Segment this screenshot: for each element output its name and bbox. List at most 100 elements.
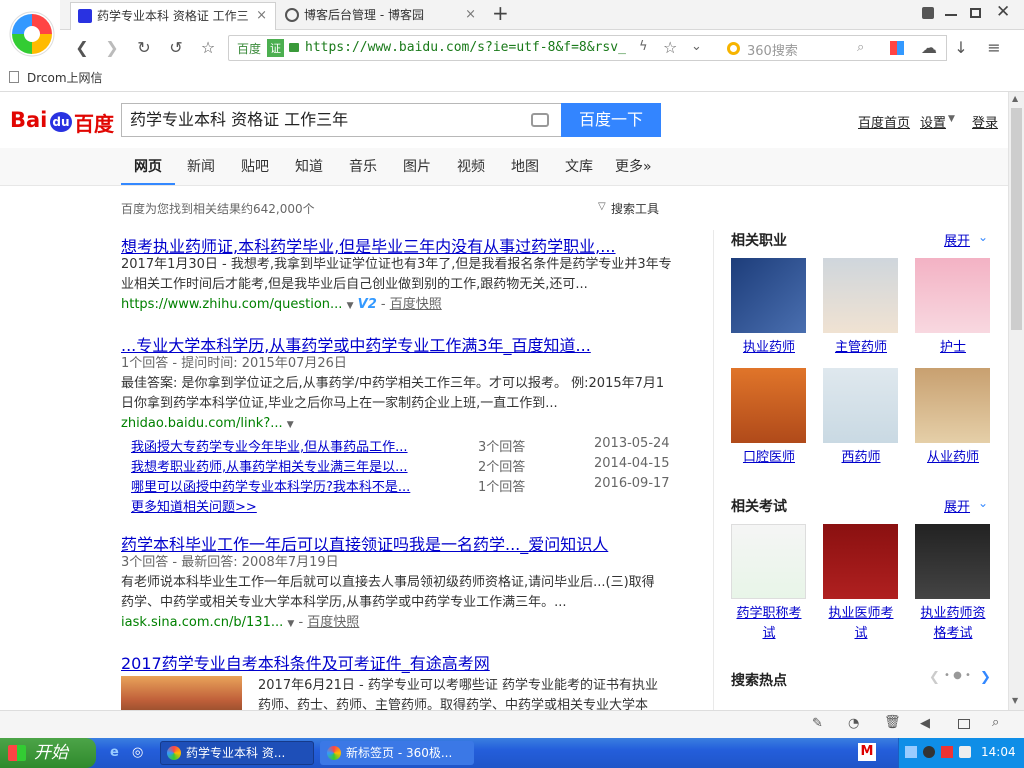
tab-wenku[interactable]: 文库 — [565, 156, 593, 176]
ie-icon[interactable]: e — [110, 745, 119, 760]
result-4-title[interactable]: 2017药学专业自考本科条件及可考证件_有途高考网 — [121, 650, 490, 674]
result-1-url[interactable]: https://www.zhihu.com/question... — [121, 297, 342, 312]
search-tools-button[interactable]: 搜索工具 — [611, 200, 659, 217]
scroll-up-icon[interactable]: ▲ — [1012, 94, 1018, 103]
result-2-title[interactable]: ...专业大学本科学历,从事药学或中药学专业工作满3年_百度知道... — [121, 332, 591, 356]
bookmark-item-drcom[interactable]: Drcom上网信 — [27, 69, 103, 86]
tab-map[interactable]: 地图 — [511, 156, 539, 176]
job-thumb-dentist[interactable] — [731, 368, 806, 443]
undo-icon[interactable]: ↺ — [164, 36, 188, 60]
speed-icon[interactable]: ◔ — [848, 716, 859, 731]
exam-label-2-line-2[interactable]: 试 — [816, 624, 906, 644]
expand-exams-link[interactable]: 展开 — [944, 496, 970, 515]
close-window-icon[interactable]: ✕ — [996, 2, 1010, 22]
exam-label-2-line-1[interactable]: 执业医师考 — [816, 604, 906, 624]
window-icon[interactable] — [958, 719, 970, 729]
related-question-3[interactable]: 哪里可以函授中药学专业本科学历?我本科不是... — [131, 480, 410, 495]
tab-more[interactable]: 更多» — [615, 156, 652, 176]
tab-news[interactable]: 新闻 — [187, 156, 215, 176]
job-label-5[interactable]: 西药师 — [816, 448, 906, 468]
tab-zhidao[interactable]: 知道 — [295, 156, 323, 176]
pin-icon[interactable]: ✎ — [812, 716, 823, 731]
quicklaunch-icon[interactable]: ◎ — [132, 745, 143, 760]
caret-icon[interactable]: ▼ — [287, 619, 294, 629]
address-bar[interactable]: 百度 证 https://www.baidu.com/s?ie=utf-8&f=… — [228, 35, 775, 61]
result-3-title[interactable]: 药学本科毕业工作一年后可以直接领证吗我是一名药学..._爱问知识人 — [121, 531, 608, 555]
result-1-title[interactable]: 想考执业药师证,本科药学毕业,但是毕业三年内没有从事过药学职业,... — [121, 233, 616, 257]
result-4-thumbnail[interactable] — [121, 676, 242, 710]
job-label-3[interactable]: 护士 — [908, 338, 998, 358]
exam-thumb-physician[interactable] — [823, 524, 898, 599]
job-label-6[interactable]: 从业药师 — [908, 448, 998, 468]
settings-link[interactable]: 设置 — [920, 112, 946, 131]
vertical-scrollbar[interactable]: ▲ ▼ — [1008, 92, 1024, 710]
next-page-icon[interactable]: ❯ — [980, 670, 991, 685]
taskbar-item-newtab[interactable]: 新标签页 - 360极... — [320, 741, 474, 765]
exam-label-3-line-2[interactable]: 格考试 — [908, 624, 998, 644]
exam-label-1-line-1[interactable]: 药学职称考 — [724, 604, 814, 624]
tab-tieba[interactable]: 贴吧 — [241, 156, 269, 176]
job-thumb-nurse[interactable] — [915, 258, 990, 333]
related-question-2[interactable]: 我想考职业药师,从事药学相关专业满三年是以... — [131, 460, 408, 475]
job-thumb-chief-pharmacist[interactable] — [823, 258, 898, 333]
zoom-icon[interactable]: ⌕ — [992, 715, 999, 730]
volume-icon[interactable]: ◀ — [920, 716, 930, 731]
maximize-icon[interactable] — [970, 8, 981, 18]
scroll-down-icon[interactable]: ▼ — [1012, 696, 1018, 705]
tab-music[interactable]: 音乐 — [349, 156, 377, 176]
chevron-down-icon[interactable]: ⌄ — [978, 230, 988, 244]
mail-m-icon[interactable]: M — [858, 743, 876, 761]
close-tab-icon[interactable]: × — [256, 3, 267, 29]
security-icon[interactable] — [923, 746, 935, 758]
exam-label-1-line-2[interactable]: 试 — [724, 624, 814, 644]
search-360-input[interactable]: 360搜索 — [747, 40, 798, 59]
network-icon[interactable] — [905, 746, 917, 758]
exam-label-3-line-1[interactable]: 执业药师资 — [908, 604, 998, 624]
bookmark-star-icon[interactable]: ☆ — [663, 38, 677, 57]
more-related-questions-link[interactable]: 更多知道相关问题>> — [131, 496, 257, 515]
taskbar-item-baidu[interactable]: 药学专业本科 资... — [160, 741, 314, 765]
baidu-search-button[interactable]: 百度一下 — [561, 103, 661, 137]
baidu-home-link[interactable]: 百度首页 — [858, 112, 910, 131]
related-question-1[interactable]: 我函授大专药学专业今年毕业,但从事药品工作... — [131, 440, 408, 455]
url-text[interactable]: https://www.baidu.com/s?ie=utf-8&f=8&rsv… — [305, 40, 635, 55]
result-1-snapshot[interactable]: 百度快照 — [390, 297, 442, 312]
trash-icon[interactable]: 🗑 — [884, 715, 901, 730]
start-button[interactable]: 开始 — [0, 738, 96, 768]
forward-icon[interactable]: ❯ — [100, 36, 124, 60]
result-3-snapshot[interactable]: 百度快照 — [307, 615, 359, 630]
baidu-logo[interactable]: Bai du 百度 — [10, 102, 114, 136]
ime-icon[interactable] — [941, 746, 953, 758]
skin-icon[interactable] — [922, 7, 934, 19]
tab-images[interactable]: 图片 — [403, 156, 431, 176]
back-icon[interactable]: ❮ — [70, 36, 94, 60]
job-thumb-practicing-pharmacist[interactable] — [915, 368, 990, 443]
expand-jobs-link[interactable]: 展开 — [944, 230, 970, 249]
refresh-icon[interactable]: ↻ — [132, 36, 156, 60]
tab-video[interactable]: 视频 — [457, 156, 485, 176]
tab-web[interactable]: 网页 — [134, 156, 162, 176]
chevron-down-icon[interactable]: ⌄ — [978, 496, 988, 510]
result-3-url[interactable]: iask.sina.com.cn/b/131... — [121, 615, 283, 630]
job-label-2[interactable]: 主管药师 — [816, 338, 906, 358]
job-thumb-western-pharmacist[interactable] — [823, 368, 898, 443]
favorite-star-icon[interactable]: ☆ — [196, 36, 220, 60]
prev-page-icon[interactable]: ❮ — [929, 670, 940, 685]
caret-icon[interactable]: ▼ — [287, 420, 294, 430]
menu-icon[interactable]: ≡ — [982, 36, 1006, 60]
camera-icon[interactable] — [531, 113, 549, 127]
cloud-icon[interactable]: ☁ — [917, 36, 941, 60]
tab-cnblogs[interactable]: 博客后台管理 - 博客园 × — [278, 2, 484, 30]
result-2-url[interactable]: zhidao.baidu.com/link?... — [121, 416, 283, 431]
flash-icon[interactable]: ϟ — [639, 39, 648, 54]
new-tab-button[interactable]: + — [492, 1, 509, 25]
job-label-1[interactable]: 执业药师 — [724, 338, 814, 358]
job-thumb-licensed-pharmacist[interactable] — [731, 258, 806, 333]
tab-baidu-search[interactable]: 药学专业本科 资格证 工作三 × — [70, 2, 276, 30]
download-icon[interactable]: ↓ — [949, 36, 973, 60]
exam-thumb-pharmacy-title[interactable] — [731, 524, 806, 599]
search-360-box[interactable]: 360搜索 ⌕ — [717, 35, 947, 61]
exam-thumb-licensed-pharmacist[interactable] — [915, 524, 990, 599]
apps-grid-icon[interactable] — [890, 41, 904, 55]
baidu-search-input[interactable]: 药学专业本科 资格证 工作三年 — [121, 103, 561, 137]
